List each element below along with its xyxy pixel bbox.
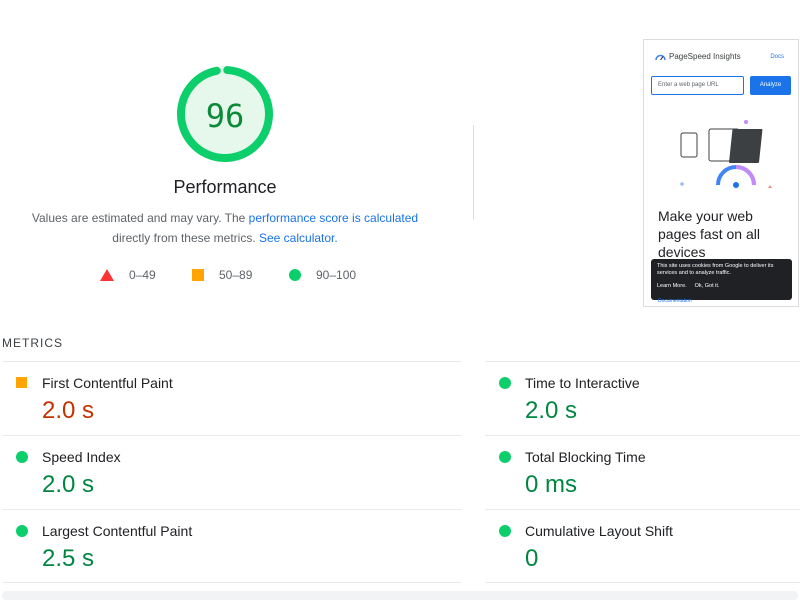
- thumb-cookie-ok: Ok, Got it.: [694, 283, 720, 289]
- thumb-cookie-banner: This site uses cookies from Google to de…: [651, 259, 792, 300]
- metric-label: Largest Contentful Paint: [42, 523, 193, 539]
- metric-label: Time to Interactive: [525, 375, 640, 391]
- metrics-header: METRICS: [2, 336, 63, 350]
- metric-value: 2.0 s: [42, 471, 95, 498]
- metrics-divider-left: [2, 582, 462, 583]
- thumb-footer-link: Documentation: [658, 298, 692, 304]
- legend-fail: 0–49: [100, 268, 156, 282]
- performance-description: Values are estimated and may vary. The p…: [0, 208, 450, 248]
- legend-pass-label: 90–100: [316, 268, 357, 282]
- see-calculator-link[interactable]: See calculator.: [259, 231, 338, 245]
- metric-largest-contentful-paint: Largest Contentful Paint 2.5 s: [2, 509, 462, 583]
- metric-value: 2.0 s: [525, 397, 578, 424]
- description-text-2: directly from these metrics.: [112, 231, 256, 245]
- metric-value: 2.0 s: [42, 397, 95, 424]
- thumb-headline: Make your web pages fast on all devices: [658, 208, 760, 260]
- metric-label: Cumulative Layout Shift: [525, 523, 673, 539]
- thumb-cookie-learn-more: Learn More.: [657, 283, 687, 289]
- legend-average-label: 50–89: [219, 268, 253, 282]
- metric-speed-index: Speed Index 2.0 s: [2, 435, 462, 509]
- legend-fail-label: 0–49: [129, 268, 156, 282]
- score-calculation-link[interactable]: performance score is calculated: [249, 211, 418, 225]
- pass-circle-icon: [16, 451, 28, 463]
- metric-cumulative-layout-shift: Cumulative Layout Shift 0: [485, 509, 800, 583]
- metric-first-contentful-paint: First Contentful Paint 2.0 s: [2, 361, 462, 435]
- metric-label: Speed Index: [42, 449, 121, 465]
- vertical-divider: [473, 125, 474, 220]
- final-screenshot[interactable]: PageSpeed Insights Docs Enter a web page…: [643, 39, 799, 307]
- thumb-brand: PageSpeed Insights: [655, 52, 741, 61]
- metric-label: Total Blocking Time: [525, 449, 646, 465]
- score-legend: 0–49 50–89 90–100: [0, 268, 450, 284]
- legend-pass: 90–100: [289, 268, 356, 282]
- performance-title: Performance: [173, 177, 277, 197]
- pass-circle-icon: [499, 451, 511, 463]
- metric-value: 2.5 s: [42, 545, 95, 572]
- performance-score: 96: [205, 96, 245, 135]
- metric-value: 0 ms: [525, 471, 578, 498]
- pass-circle-icon: [499, 377, 511, 389]
- metric-total-blocking-time: Total Blocking Time 0 ms: [485, 435, 800, 509]
- thumb-docs-link: Docs: [770, 54, 784, 60]
- expand-view-bar[interactable]: [2, 591, 798, 600]
- pagespeed-logo-icon: [655, 54, 666, 60]
- legend-average: 50–89: [192, 268, 252, 282]
- thumb-url-input: Enter a web page URL: [651, 76, 744, 95]
- metric-value: 0: [525, 545, 539, 572]
- metric-label: First Contentful Paint: [42, 375, 173, 391]
- description-text: Values are estimated and may vary. The: [31, 211, 249, 225]
- circle-icon: [289, 269, 301, 281]
- metrics-divider-right: [485, 582, 800, 583]
- square-icon: [192, 269, 204, 281]
- triangle-icon: [100, 269, 114, 281]
- thumb-analyze-button: Analyze: [750, 76, 791, 95]
- thumb-cookie-text: This site uses cookies from Google to de…: [657, 263, 774, 276]
- average-square-icon: [16, 377, 27, 388]
- thumb-brand-name: PageSpeed Insights: [669, 52, 741, 61]
- devices-illustration-icon: [680, 120, 772, 188]
- performance-gauge: 96: [176, 65, 274, 163]
- pass-circle-icon: [499, 525, 511, 537]
- metric-time-to-interactive: Time to Interactive 2.0 s: [485, 361, 800, 435]
- pass-circle-icon: [16, 525, 28, 537]
